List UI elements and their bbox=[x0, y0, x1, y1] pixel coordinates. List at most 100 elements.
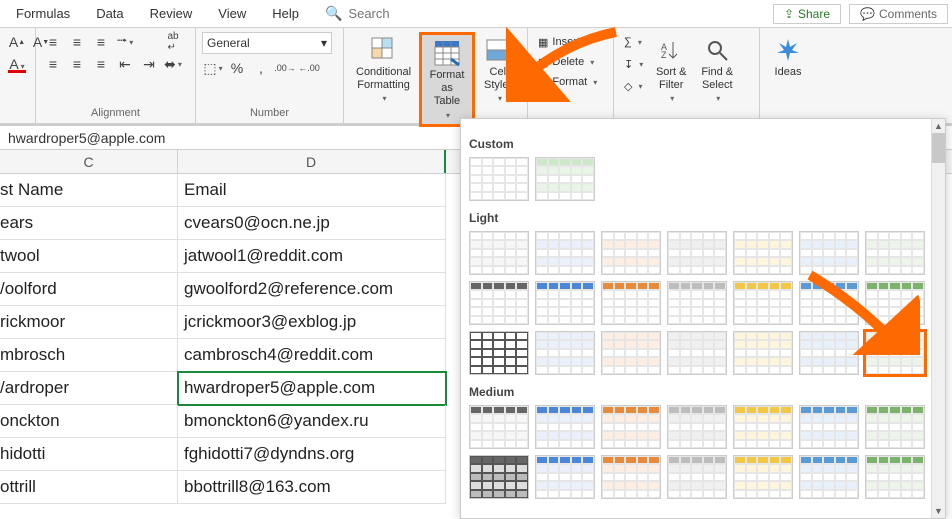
table-style-option[interactable] bbox=[535, 405, 595, 449]
format-as-table-button[interactable]: Format as Table bbox=[419, 32, 475, 127]
cell-c[interactable]: /ardroper bbox=[0, 372, 178, 405]
formula-bar-value[interactable]: hwardroper5@apple.com bbox=[8, 130, 165, 146]
table-style-option[interactable] bbox=[733, 331, 793, 375]
cell-d[interactable]: Email bbox=[178, 174, 446, 207]
table-style-option[interactable] bbox=[667, 405, 727, 449]
scroll-thumb[interactable] bbox=[932, 133, 945, 163]
insert-button[interactable]: ▦Insert bbox=[534, 32, 594, 52]
col-header-d[interactable]: D bbox=[178, 150, 446, 173]
clear-button[interactable]: ◇ bbox=[620, 76, 647, 96]
cell-d[interactable]: cvears0@ocn.ne.jp bbox=[178, 207, 446, 240]
autosum-button[interactable]: ∑ bbox=[620, 32, 647, 52]
table-style-option[interactable] bbox=[535, 157, 595, 201]
cell-c[interactable]: /oolford bbox=[0, 273, 178, 306]
table-style-option[interactable] bbox=[799, 331, 859, 375]
table-style-option[interactable] bbox=[535, 455, 595, 499]
menu-formulas[interactable]: Formulas bbox=[4, 2, 82, 25]
align-bottom-icon[interactable]: ≡ bbox=[90, 32, 112, 52]
table-style-option[interactable] bbox=[799, 281, 859, 325]
table-style-option[interactable] bbox=[535, 331, 595, 375]
menu-data[interactable]: Data bbox=[84, 2, 135, 25]
table-style-option[interactable] bbox=[469, 231, 529, 275]
cell-d[interactable]: bmonckton6@yandex.ru bbox=[178, 405, 446, 438]
cell-c[interactable]: mbrosch bbox=[0, 339, 178, 372]
cell-d[interactable]: hwardroper5@apple.com bbox=[178, 372, 446, 405]
font-size-inc-icon[interactable]: A▲ bbox=[6, 32, 28, 52]
cell-c[interactable]: rickmoor bbox=[0, 306, 178, 339]
currency-icon[interactable]: ⬚ bbox=[202, 58, 224, 78]
cell-c[interactable]: onckton bbox=[0, 405, 178, 438]
table-style-option[interactable] bbox=[667, 455, 727, 499]
table-style-option[interactable] bbox=[733, 281, 793, 325]
table-style-option[interactable] bbox=[535, 281, 595, 325]
table-style-option[interactable] bbox=[733, 405, 793, 449]
wrap-text-icon[interactable]: ab↵ bbox=[162, 32, 184, 52]
cell-d[interactable]: gwoolford2@reference.com bbox=[178, 273, 446, 306]
table-style-option[interactable] bbox=[865, 281, 925, 325]
cell-d[interactable]: fghidotti7@dyndns.org bbox=[178, 438, 446, 471]
cell-c[interactable]: st Name bbox=[0, 174, 178, 207]
sort-filter-button[interactable]: AZ Sort & Filter bbox=[649, 32, 693, 108]
align-center-icon[interactable]: ≡ bbox=[66, 54, 88, 74]
table-style-option[interactable] bbox=[799, 455, 859, 499]
delete-button[interactable]: ▦Delete bbox=[534, 52, 598, 72]
table-style-option[interactable] bbox=[667, 281, 727, 325]
align-top-icon[interactable]: ≡ bbox=[42, 32, 64, 52]
table-style-option[interactable] bbox=[667, 231, 727, 275]
table-style-option[interactable] bbox=[733, 231, 793, 275]
align-left-icon[interactable]: ≡ bbox=[42, 54, 64, 74]
merge-icon[interactable]: ⬌ bbox=[162, 54, 184, 74]
table-style-option[interactable] bbox=[799, 231, 859, 275]
indent-inc-icon[interactable]: ⇥ bbox=[138, 54, 160, 74]
table-style-option[interactable] bbox=[865, 405, 925, 449]
cell-c[interactable]: ottrill bbox=[0, 471, 178, 504]
table-style-option[interactable] bbox=[601, 281, 661, 325]
format-button[interactable]: ▦Format bbox=[534, 72, 601, 92]
cell-d[interactable]: cambrosch4@reddit.com bbox=[178, 339, 446, 372]
decimal-dec-icon[interactable]: ←.00 bbox=[298, 58, 320, 78]
percent-icon[interactable]: % bbox=[226, 58, 248, 78]
table-style-option[interactable] bbox=[865, 231, 925, 275]
table-style-option[interactable] bbox=[865, 331, 925, 375]
table-style-option[interactable] bbox=[469, 405, 529, 449]
number-format-select[interactable]: General▾ bbox=[202, 32, 332, 54]
align-middle-icon[interactable]: ≡ bbox=[66, 32, 88, 52]
menu-review[interactable]: Review bbox=[138, 2, 205, 25]
cell-d[interactable]: jcrickmoor3@exblog.jp bbox=[178, 306, 446, 339]
scroll-down-icon[interactable]: ▼ bbox=[932, 504, 945, 518]
menu-help[interactable]: Help bbox=[260, 2, 311, 25]
fill-button[interactable]: ↧ bbox=[620, 54, 647, 74]
table-style-option[interactable] bbox=[469, 281, 529, 325]
orientation-icon[interactable]: ⭬ bbox=[114, 32, 136, 52]
cell-c[interactable]: hidotti bbox=[0, 438, 178, 471]
table-style-option[interactable] bbox=[469, 331, 529, 375]
table-style-option[interactable] bbox=[667, 331, 727, 375]
share-button[interactable]: ⇪ Share bbox=[773, 4, 841, 24]
align-right-icon[interactable]: ≡ bbox=[90, 54, 112, 74]
search-input[interactable] bbox=[344, 4, 528, 23]
cell-styles-button[interactable]: Cell Styles bbox=[477, 32, 521, 108]
font-color-icon[interactable]: A bbox=[6, 54, 28, 74]
cell-d[interactable]: jatwool1@reddit.com bbox=[178, 240, 446, 273]
table-style-option[interactable] bbox=[733, 455, 793, 499]
scroll-up-icon[interactable]: ▲ bbox=[932, 119, 945, 133]
indent-dec-icon[interactable]: ⇤ bbox=[114, 54, 136, 74]
ideas-button[interactable]: Ideas bbox=[766, 32, 810, 81]
conditional-formatting-button[interactable]: Conditional Formatting bbox=[350, 32, 417, 108]
table-style-option[interactable] bbox=[535, 231, 595, 275]
table-style-option[interactable] bbox=[601, 455, 661, 499]
table-style-option[interactable] bbox=[601, 405, 661, 449]
table-style-option[interactable] bbox=[601, 231, 661, 275]
comma-icon[interactable]: , bbox=[250, 58, 272, 78]
find-select-button[interactable]: Find & Select bbox=[695, 32, 739, 108]
cell-d[interactable]: bbottrill8@163.com bbox=[178, 471, 446, 504]
gallery-scrollbar[interactable]: ▲ ▼ bbox=[931, 119, 945, 518]
cell-c[interactable]: twool bbox=[0, 240, 178, 273]
comments-button[interactable]: 💬 Comments bbox=[849, 4, 948, 24]
menu-view[interactable]: View bbox=[206, 2, 258, 25]
cell-c[interactable]: ears bbox=[0, 207, 178, 240]
table-style-option[interactable] bbox=[469, 157, 529, 201]
table-style-option[interactable] bbox=[865, 455, 925, 499]
decimal-inc-icon[interactable]: .00→ bbox=[274, 58, 296, 78]
table-style-option[interactable] bbox=[469, 455, 529, 499]
